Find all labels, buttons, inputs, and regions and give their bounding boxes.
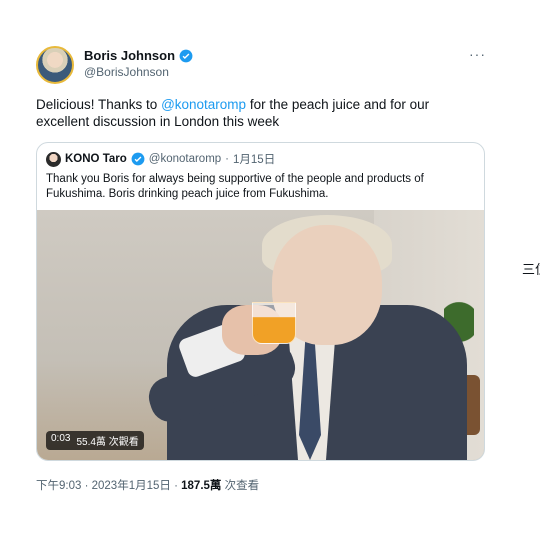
handle[interactable]: @BorisJohnson: [84, 65, 169, 79]
tweet-footer: 下午9:03 · 2023年1月15日 · 187.5萬 次查看: [36, 477, 496, 493]
juice-glass: [252, 302, 296, 344]
quote-header: KONO Taro @konotaromp · 1月15日: [37, 143, 484, 167]
avatar[interactable]: [36, 46, 74, 84]
quote-display-name: KONO Taro: [65, 153, 127, 165]
display-name[interactable]: Boris Johnson: [84, 48, 175, 63]
name-line: Boris Johnson: [84, 48, 193, 63]
tweet-time[interactable]: 下午9:03: [36, 480, 81, 492]
quote-verified-icon: [131, 152, 145, 166]
verified-icon: [179, 49, 193, 62]
video-views: 55.4萬 次觀看: [76, 437, 139, 448]
tweet-text-before: Delicious! Thanks to: [36, 97, 162, 112]
video-player[interactable]: 0:03 55.4萬 次觀看: [37, 210, 484, 460]
quote-handle: @konotaromp: [148, 153, 222, 165]
footer-separator-2: ·: [170, 480, 182, 492]
video-badge: 0:03 55.4萬 次觀看: [46, 431, 144, 450]
quote-date: 1月15日: [233, 154, 276, 166]
mention-link[interactable]: @konotaromp: [161, 97, 246, 112]
footer-separator-1: ·: [81, 480, 92, 492]
side-text: 三位: [522, 262, 540, 277]
quote-avatar: [46, 151, 61, 167]
tweet-text: Delicious! Thanks to @konotaromp for the…: [36, 96, 456, 130]
tweet-card: Boris Johnson @BorisJohnson ··· Deliciou…: [36, 40, 496, 493]
views-label: 次查看: [221, 480, 260, 492]
more-options-icon[interactable]: ···: [469, 46, 486, 62]
tweet-date[interactable]: 2023年1月15日: [92, 480, 171, 492]
tweet-header: Boris Johnson @BorisJohnson ···: [36, 40, 496, 92]
video-time: 0:03: [51, 433, 71, 444]
quote-tweet[interactable]: KONO Taro @konotaromp · 1月15日 Thank you …: [36, 142, 485, 461]
quote-text: Thank you Boris for always being support…: [46, 173, 424, 200]
view-count: 187.5萬: [181, 480, 222, 492]
quote-separator: ·: [225, 153, 230, 165]
